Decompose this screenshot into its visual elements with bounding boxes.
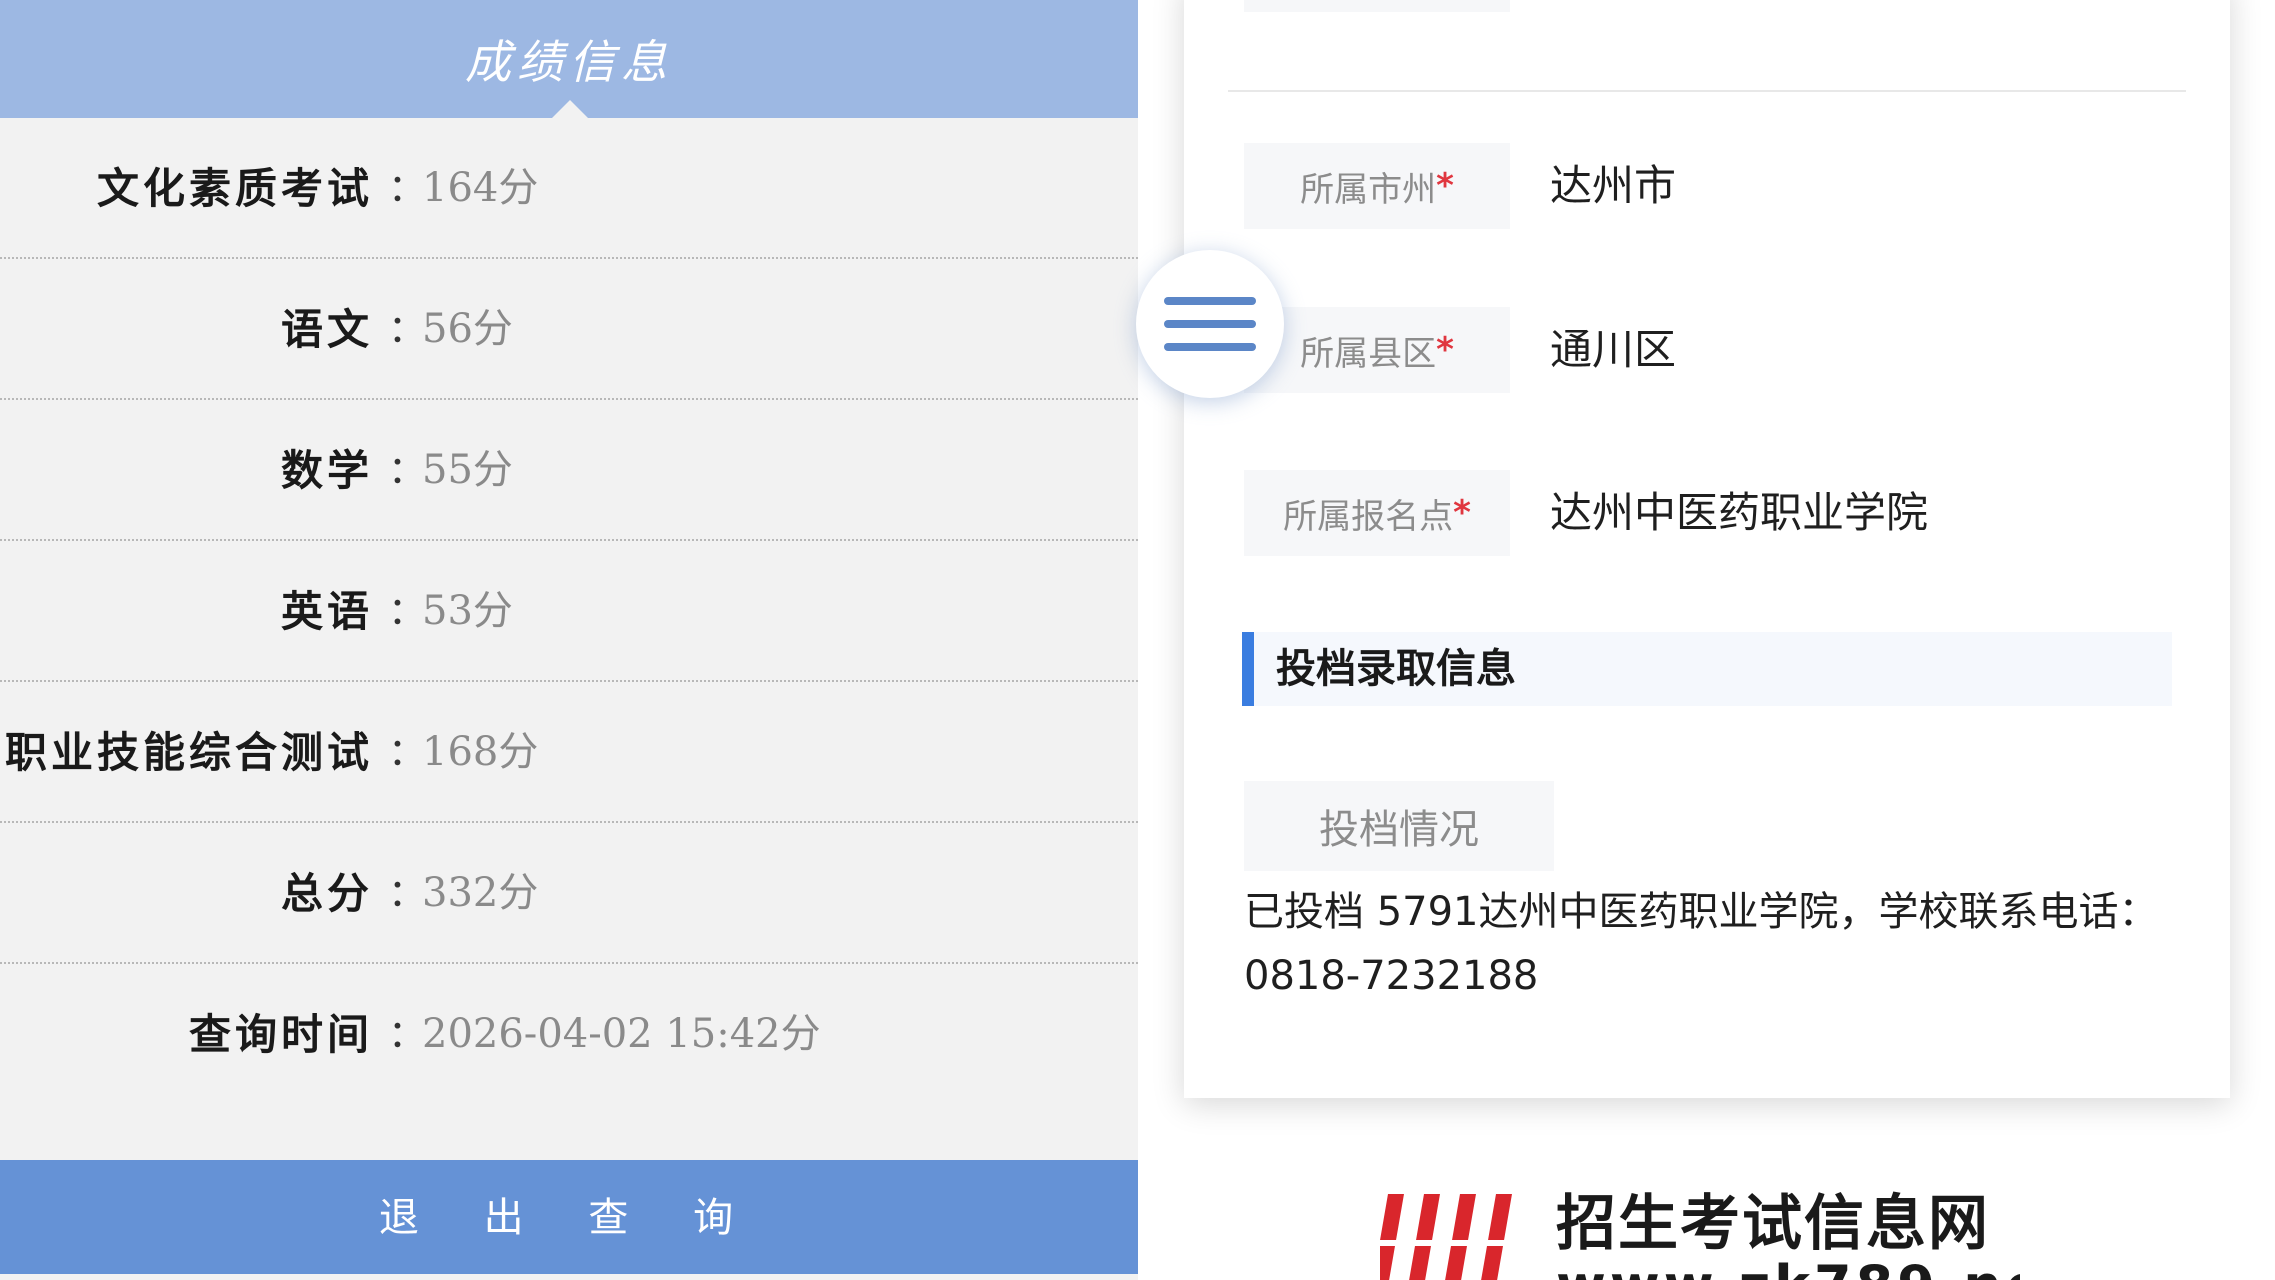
score-label: 职业技能综合测试: [4, 728, 373, 777]
score-value: 53分: [422, 588, 513, 634]
page: 成绩信息 文化素质考试 ： 164分 语文 ： 56分 数学 ： 55分 英语 …: [0, 0, 2275, 1280]
field-label: 所属市州 *: [1244, 143, 1510, 229]
score-value: 56分: [422, 306, 513, 352]
score-row-math: 数学 ： 55分: [0, 400, 1138, 541]
field-label-text: 所属报名点: [1283, 496, 1454, 537]
score-separator: ：: [388, 166, 427, 210]
submission-status-tag: 投档情况: [1244, 781, 1554, 871]
divider: [1228, 90, 2186, 92]
score-value: 2026-04-02 15:42分: [422, 1011, 821, 1057]
score-row-total: 总分 ： 332分: [0, 823, 1138, 964]
logo-stripes-icon: [1380, 1194, 1530, 1280]
score-value: 164分: [422, 165, 539, 211]
score-separator: ：: [388, 871, 427, 915]
field-value: 达州市: [1550, 161, 1677, 210]
site-logo: 招生考试信息网 www.zk789.net: [1380, 1188, 2020, 1280]
score-row-culture: 文化素质考试 ： 164分: [0, 118, 1138, 259]
section-title: 投档录取信息: [1276, 646, 1516, 692]
score-label: 查询时间: [188, 1010, 373, 1059]
field-label-text: 所属市州: [1300, 169, 1437, 210]
field-label: 所属报名点 *: [1244, 470, 1510, 556]
score-label: 语文: [280, 305, 373, 354]
score-value: 168分: [422, 729, 539, 775]
score-separator: ：: [388, 1012, 427, 1056]
score-value: 332分: [422, 870, 539, 916]
hamburger-menu-icon: [1164, 297, 1256, 305]
field-label-text: 所属县区: [1300, 333, 1437, 374]
header-notch: [552, 100, 588, 118]
required-mark: *: [1436, 330, 1454, 370]
field-value: 通川区: [1550, 325, 1677, 374]
score-label: 文化素质考试: [96, 164, 373, 213]
menu-button[interactable]: [1136, 250, 1284, 398]
field-district: 所属县区 * 通川区: [1244, 307, 2224, 393]
required-mark: *: [1436, 166, 1454, 206]
logo-url: www.zk789.net: [1556, 1256, 2020, 1280]
field-value: 达州中医药职业学院: [1550, 488, 1929, 537]
score-label: 英语: [280, 587, 373, 636]
previous-field-label: [1244, 0, 1510, 12]
score-separator: ：: [388, 589, 427, 633]
score-row-chinese: 语文 ： 56分: [0, 259, 1138, 400]
score-row-vocational: 职业技能综合测试 ： 168分: [0, 682, 1138, 823]
score-row-query-time: 查询时间 ： 2026-04-02 15:42分: [0, 964, 1138, 1105]
hamburger-menu-icon: [1164, 320, 1256, 328]
score-value: 55分: [422, 447, 513, 493]
field-registration-site: 所属报名点 * 达州中医药职业学院: [1244, 470, 2224, 556]
exit-query-button[interactable]: 退 出 查 询: [0, 1160, 1138, 1274]
score-label: 总分: [280, 869, 373, 918]
detail-card: 所属市州 * 达州市 所属县区 * 通川区 所属报名点 * 达州中医药职业学院 投档录…: [1184, 0, 2230, 1098]
score-separator: ：: [388, 730, 427, 774]
score-list: 文化素质考试 ： 164分 语文 ： 56分 数学 ： 55分 英语 ： 53分…: [0, 118, 1138, 1105]
required-mark: *: [1453, 493, 1471, 533]
score-separator: ：: [388, 307, 427, 351]
field-city: 所属市州 * 达州市: [1244, 143, 2224, 229]
submission-status-text: 已投档 5791达州中医药职业学院，学校联系电话：0818-7232188: [1244, 889, 2159, 999]
score-panel-title: 成绩信息: [465, 35, 673, 89]
score-label: 数学: [280, 446, 373, 495]
score-panel-header: 成绩信息: [0, 0, 1138, 118]
section-accent-bar: [1242, 632, 1254, 706]
hamburger-menu-icon: [1164, 343, 1256, 351]
score-row-english: 英语 ： 53分: [0, 541, 1138, 682]
score-panel: 成绩信息 文化素质考试 ： 164分 语文 ： 56分 数学 ： 55分 英语 …: [0, 0, 1138, 1280]
logo-title: 招生考试信息网: [1556, 1189, 1990, 1259]
admission-section-header: 投档录取信息: [1242, 632, 2172, 706]
score-separator: ：: [388, 448, 427, 492]
